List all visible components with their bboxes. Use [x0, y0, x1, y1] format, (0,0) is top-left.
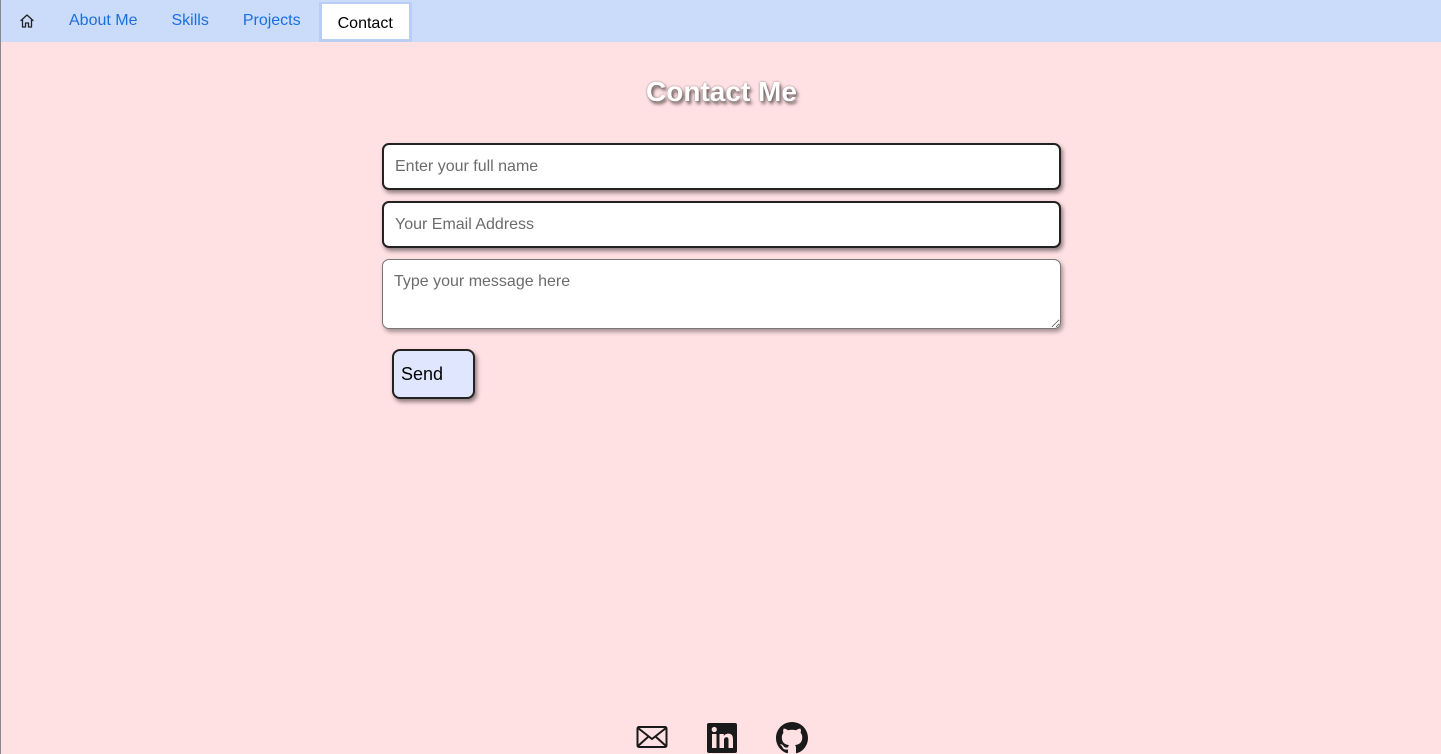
email-link[interactable]: [636, 722, 668, 754]
house-icon: [20, 14, 34, 28]
send-button[interactable]: Send: [392, 349, 475, 399]
nav-link-skills[interactable]: Skills: [154, 0, 225, 42]
page-title: Contact Me: [646, 76, 797, 107]
email-input[interactable]: [382, 201, 1061, 248]
nav-link-about-me[interactable]: About Me: [52, 0, 154, 42]
linkedin-link[interactable]: [706, 722, 738, 754]
footer-social-links: [1, 722, 1441, 754]
full-name-input[interactable]: [382, 143, 1061, 190]
home-link[interactable]: [17, 11, 37, 31]
nav-link-contact[interactable]: Contact: [318, 2, 412, 42]
envelope-icon: [636, 726, 667, 748]
nav-link-projects[interactable]: Projects: [226, 0, 318, 42]
linkedin-icon: [706, 723, 737, 753]
github-icon: [775, 722, 808, 754]
top-navbar: About Me Skills Projects Contact: [1, 0, 1441, 42]
message-textarea[interactable]: [382, 259, 1061, 329]
github-link[interactable]: [775, 722, 808, 754]
